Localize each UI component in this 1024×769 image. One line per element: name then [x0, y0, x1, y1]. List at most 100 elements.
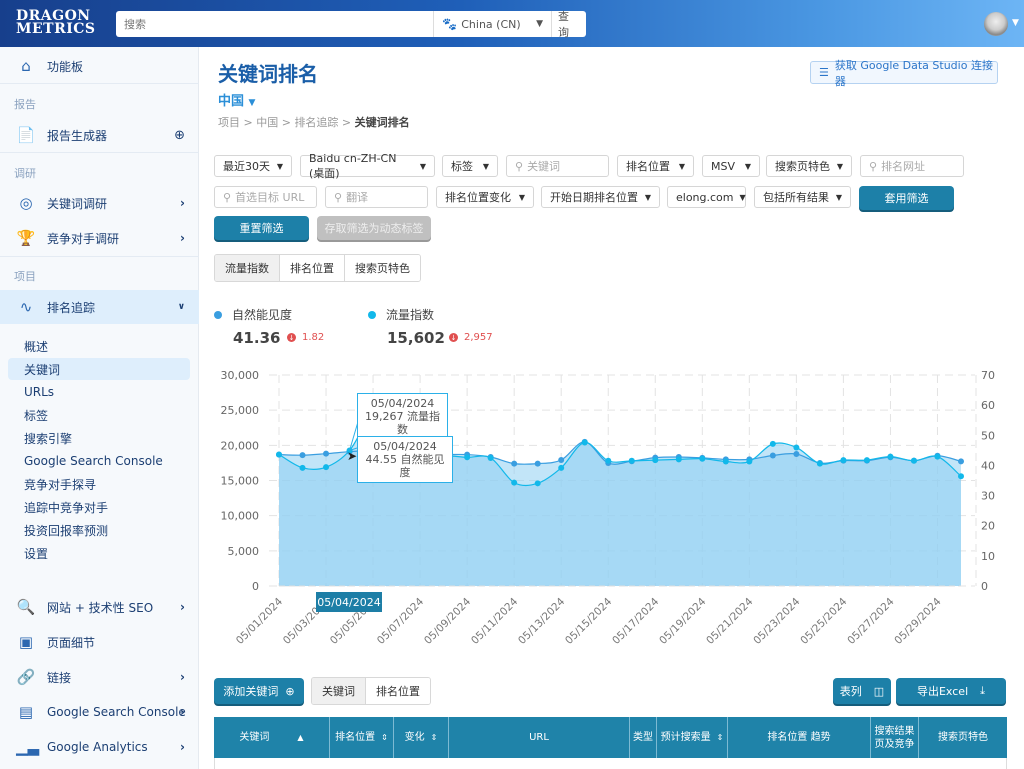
search-input[interactable] — [116, 12, 434, 36]
translation-input[interactable]: ⚲ 翻译 — [325, 186, 428, 208]
sidebar-item-ga[interactable]: ▁▃ Google Analytics › — [0, 730, 199, 764]
section-label-reports: 报告 — [14, 98, 36, 111]
sidebar-item-dashboard[interactable]: ⌂ 功能板 — [0, 49, 199, 83]
serp-features-select[interactable]: 搜索页特色 ▼ — [766, 155, 852, 177]
breadcrumb-item[interactable]: 项目 — [218, 116, 240, 129]
tab-keywords-view[interactable]: 关键词 — [312, 678, 366, 704]
column-change[interactable]: 变化 ⇕ — [394, 717, 449, 758]
breadcrumb-item[interactable]: 中国 — [256, 116, 278, 129]
rank-position-select[interactable]: 排名位置 ▼ — [617, 155, 694, 177]
column-search-volume[interactable]: 预计搜索量 ⇕ — [657, 717, 728, 758]
tab-rank-view[interactable]: 排名位置 — [366, 678, 430, 704]
bar-chart-icon: ▁▃ — [16, 738, 40, 756]
sidebar-subitem-search-engines[interactable]: 搜索引擎 — [8, 427, 190, 449]
point-visibility — [769, 452, 776, 459]
columns-button[interactable]: 表列 ◫ — [833, 678, 891, 704]
tab-rank-position[interactable]: 排名位置 — [280, 255, 345, 281]
export-excel-button[interactable]: 导出Excel ⤓ — [896, 678, 1006, 704]
keyword-filter-input[interactable]: ⚲ 关键词 — [506, 155, 609, 177]
data-studio-icon: ☰ — [819, 66, 829, 79]
include-results-select[interactable]: 包括所有结果 ▼ — [754, 186, 851, 208]
traffic-visibility-chart[interactable]: 0 5,000 10,000 15,000 20,000 25,000 30,000 0 10 2… — [200, 360, 1024, 660]
sidebar-subitem-settings[interactable]: 设置 — [8, 542, 190, 564]
sidebar-subitem-tags[interactable]: 标签 — [8, 404, 190, 426]
point-traffic — [910, 457, 917, 464]
point-traffic — [558, 464, 565, 471]
search-icon: ⚲ — [223, 190, 232, 204]
console-icon: ▤ — [18, 703, 34, 721]
point-traffic — [652, 457, 659, 464]
search-engine-select[interactable]: Baidu cn-ZH-CN (桌面) ▼ — [300, 152, 435, 180]
avatar[interactable] — [984, 12, 1008, 36]
sidebar-subitem-keywords[interactable]: 关键词 — [8, 358, 190, 380]
divider — [0, 256, 199, 257]
sidebar-subitem-tracked-competitors[interactable]: 追踪中竞争对手 — [8, 496, 190, 518]
column-rank[interactable]: 排名位置 ⇕ — [330, 717, 394, 758]
legend-visibility[interactable]: 自然能见度 — [214, 306, 292, 323]
sidebar-item-page-details[interactable]: ▣ 页面细节 — [0, 625, 199, 659]
sidebar-item-gsc[interactable]: ▤ Google Search Console › — [0, 695, 199, 729]
sidebar-item-links[interactable]: 🔗 链接 › — [0, 660, 199, 694]
preferred-url-input[interactable]: ⚲ 首选目标 URL — [214, 186, 317, 208]
sidebar-subitem-urls[interactable]: URLs — [8, 381, 190, 403]
column-serp-competition[interactable]: 搜索结果 页及竞争 — [871, 717, 919, 758]
tab-traffic-index[interactable]: 流量指数 — [215, 255, 280, 281]
reset-filters-button[interactable]: 重置筛选 — [214, 216, 309, 240]
sidebar-subitem-roi-forecast[interactable]: 投资回报率预测 — [8, 519, 190, 541]
caret-down-icon: ▼ — [835, 192, 842, 202]
dragon-metrics-logo[interactable]: DRAGON METRICS — [16, 9, 96, 36]
chevron-down-icon: ∨ — [177, 302, 185, 312]
breadcrumb-item[interactable]: 排名追踪 — [294, 116, 338, 129]
column-rank-trend[interactable]: 排名位置 趋势 — [728, 717, 871, 758]
tab-serp-features[interactable]: 搜索页特色 — [345, 255, 420, 281]
sidebar-item-report-builder[interactable]: 📄 报告生成器 ⊕ — [0, 118, 199, 152]
domain-select[interactable]: elong.com ▼ — [667, 186, 746, 208]
tags-select[interactable]: 标签 ▼ — [442, 155, 498, 177]
rank-change-select[interactable]: 排名位置变化 ▼ — [436, 186, 534, 208]
sort-icon: ⇕ — [430, 733, 438, 742]
country-dropdown[interactable]: 中国 ▼ — [218, 90, 255, 109]
page-title: 关键词排名 — [218, 62, 318, 86]
top-bar: DRAGON METRICS 🐾 China (CN) ▼ 查询 ▼ — [0, 0, 1024, 47]
point-visibility — [534, 460, 541, 467]
y-right-tick-label: 60 — [981, 399, 995, 412]
trend-line-icon: ∿ — [19, 298, 33, 316]
sort-asc-icon: ▲ — [297, 733, 304, 742]
point-traffic — [511, 479, 518, 486]
chevron-down-icon[interactable]: ▼ — [1012, 18, 1019, 28]
point-traffic — [746, 458, 753, 465]
legend-traffic[interactable]: 流量指数 — [368, 306, 434, 323]
column-keyword[interactable]: 关键词 ▲ — [214, 717, 330, 758]
msv-select[interactable]: MSV ▼ — [702, 155, 760, 177]
start-date-rank-select[interactable]: 开始日期排名位置 ▼ — [541, 186, 660, 208]
sidebar-item-keyword-research[interactable]: ◎ 关键词调研 › — [0, 186, 199, 220]
sidebar-item-rank-tracking[interactable]: ∿ 排名追踪 ∨ — [0, 290, 199, 324]
column-type[interactable]: 类型 — [630, 717, 657, 758]
caret-down-icon: ▼ — [419, 161, 426, 171]
x-tick-label: 05/21/2024 — [704, 595, 756, 647]
country-select[interactable]: 🐾 China (CN) ▼ — [433, 11, 551, 37]
apply-filters-button[interactable]: 套用筛选 — [859, 186, 954, 210]
search-button[interactable]: 查询 — [551, 10, 586, 39]
caret-down-icon: ▼ — [644, 192, 651, 202]
breadcrumb: 项目 > 中国 > 排名追踪 > 关键词排名 — [218, 116, 410, 129]
date-range-select[interactable]: 最近30天 ▼ — [214, 155, 292, 177]
save-dynamic-tag-button[interactable]: 存取筛选为动态标签 — [317, 216, 431, 240]
google-data-studio-connector-button[interactable]: ☰ 获取 Google Data Studio 连接器 — [810, 59, 998, 88]
add-keyword-button[interactable]: 添加关键词 ⊕ — [214, 678, 304, 704]
point-traffic — [840, 457, 847, 464]
chevron-right-icon: › — [180, 231, 185, 245]
sidebar-subitem-overview[interactable]: 概述 — [8, 335, 190, 357]
rank-url-input[interactable]: ⚲ 排名网址 — [860, 155, 964, 177]
add-circle-icon[interactable]: ⊕ — [174, 128, 185, 143]
point-traffic — [816, 460, 823, 467]
report-document-icon: 📄 — [16, 126, 36, 144]
sidebar-item-competitor-research[interactable]: 🏆 竞争对手调研 › — [0, 221, 199, 255]
search-icon: ⚲ — [515, 159, 524, 173]
column-url[interactable]: URL — [449, 717, 630, 758]
sidebar-subitem-gsc[interactable]: Google Search Console — [8, 450, 190, 472]
visibility-value: 41.36 — [233, 329, 281, 347]
sidebar-item-site-seo[interactable]: 🔍 网站 + 技术性 SEO › — [0, 590, 199, 624]
column-serp-features[interactable]: 搜索页特色 — [919, 717, 1007, 758]
sidebar-subitem-competitor-discovery[interactable]: 竞争对手探寻 — [8, 473, 190, 495]
